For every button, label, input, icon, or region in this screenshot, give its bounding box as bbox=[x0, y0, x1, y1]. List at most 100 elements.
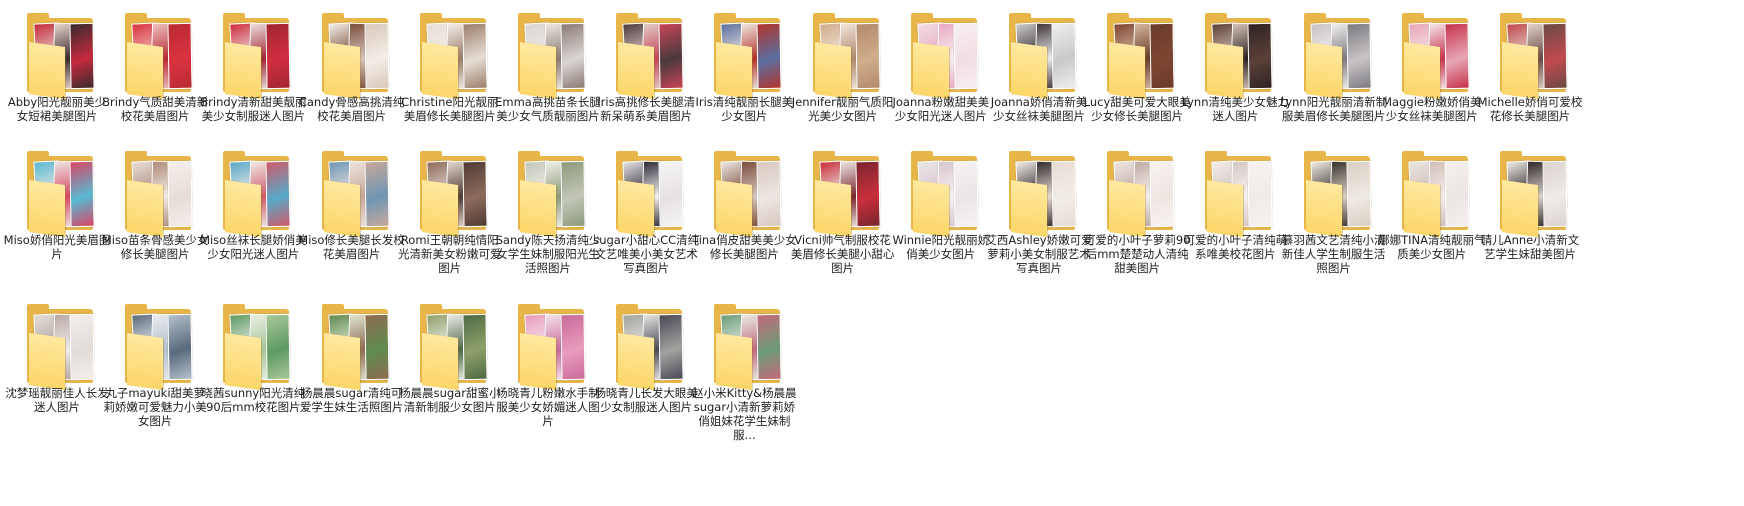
folder-item[interactable]: Lynn阳光靓丽清新制服美眉修长美腿图片 bbox=[1280, 2, 1388, 162]
folder-label: 娜娜TINA清纯靓丽气质美少女图片 bbox=[1378, 233, 1486, 261]
folder-preview-photo bbox=[560, 160, 586, 228]
folder-icon bbox=[406, 13, 494, 100]
folder-item[interactable]: 赵小米Kitty&杨晨晨sugar小清新萝莉娇俏姐妹花学生妹制服... bbox=[690, 293, 798, 453]
folder-icon bbox=[799, 13, 887, 100]
folder-icon bbox=[1388, 13, 1476, 100]
folder-preview-photo bbox=[1444, 22, 1470, 90]
folder-item[interactable]: 丸子mayuki甜美萝莉娇嫩可爱魅力小美女图片 bbox=[101, 293, 209, 453]
folder-icon bbox=[504, 304, 592, 391]
folder-item[interactable]: Joanna粉嫩甜美美少女阳光迷人图片 bbox=[887, 2, 995, 162]
folder-preview-photo bbox=[560, 313, 586, 381]
folder-icon bbox=[1486, 13, 1574, 100]
folder-item[interactable]: Miso修长美腿长发校花美眉图片 bbox=[298, 140, 406, 300]
folder-item[interactable]: Maggie粉嫩娇俏美少女丝袜美腿图片 bbox=[1378, 2, 1486, 162]
folder-label: 杨晓青儿粉嫩水手制服美少女娇媚迷人图片 bbox=[496, 386, 600, 428]
folder-preview-photo bbox=[1051, 160, 1077, 228]
folder-label: Joanna娇俏清新美少女丝袜美腿图片 bbox=[990, 95, 1088, 123]
folder-item[interactable]: Jennifer靓丽气质阳光美少女图片 bbox=[789, 2, 897, 162]
folder-item[interactable]: 杨晨晨sugar清纯可爱学生妹生活照图片 bbox=[298, 293, 406, 453]
folder-icon bbox=[13, 151, 101, 238]
folder-label: 沈梦瑶靓丽佳人长发迷人图片 bbox=[5, 386, 109, 414]
folder-label: sugar小甜心CC清纯文艺唯美小美女艺术写真图片 bbox=[593, 233, 700, 275]
folder-preview-photo bbox=[855, 22, 881, 90]
folder-icon bbox=[700, 151, 788, 238]
folder-label: Lynn清纯美少女魅力迷人图片 bbox=[1181, 95, 1289, 123]
folder-item[interactable]: 晓茜sunny阳光清纯90后mm校花图片 bbox=[199, 293, 307, 453]
folder-item[interactable]: 杨晓青儿长发大眼美少女制服迷人图片 bbox=[592, 293, 700, 453]
folder-preview-photo bbox=[855, 160, 881, 228]
folder-label: 杨晨晨sugar甜蜜小清新制服少女图片 bbox=[399, 386, 501, 414]
folder-item[interactable]: 晴儿Anne小清新文艺学生妹甜美图片 bbox=[1476, 140, 1584, 300]
folder-item[interactable]: Candy骨感高挑清纯校花美眉图片 bbox=[298, 2, 406, 162]
folder-label: Brindy气质甜美清新校花美眉图片 bbox=[102, 95, 209, 123]
folder-label: Maggie粉嫩娇俏美少女丝袜美腿图片 bbox=[1382, 95, 1482, 123]
folder-item[interactable]: Christine阳光靓丽美眉修长美腿图片 bbox=[396, 2, 504, 162]
folder-icon bbox=[111, 304, 199, 391]
folder-item[interactable]: 可爱的小叶子萝莉90后mm楚楚动人清纯甜美图片 bbox=[1083, 140, 1191, 300]
folder-label: Brindy清新甜美靓丽美少女制服迷人图片 bbox=[200, 95, 307, 123]
folder-item[interactable]: Iris清纯靓丽长腿美少女图片 bbox=[690, 2, 798, 162]
folder-preview-photo bbox=[167, 22, 193, 90]
folder-preview-photo bbox=[1346, 22, 1372, 90]
folder-icon bbox=[1093, 13, 1181, 100]
folder-preview-photo bbox=[462, 313, 488, 381]
folder-preview-photo bbox=[1346, 160, 1372, 228]
folder-preview-photo bbox=[265, 160, 291, 228]
folder-preview-photo bbox=[364, 22, 390, 90]
folder-icon bbox=[209, 13, 297, 100]
folder-item[interactable]: 可爱的小叶子清纯萌系唯美校花图片 bbox=[1181, 140, 1289, 300]
folder-preview-photo bbox=[69, 313, 95, 381]
folder-item[interactable]: Romi王朝朝纯情阳光清新美女粉嫩可爱图片 bbox=[396, 140, 504, 300]
folder-item[interactable]: Miso娇俏阳光美眉图片 bbox=[3, 140, 111, 300]
folder-item[interactable]: Emma高挑苗条长腿美少女气质靓丽图片 bbox=[494, 2, 602, 162]
folder-item[interactable]: 沈梦瑶靓丽佳人长发迷人图片 bbox=[3, 293, 111, 453]
folder-item[interactable]: Brindy清新甜美靓丽美少女制服迷人图片 bbox=[199, 2, 307, 162]
folder-item[interactable]: 慕羽茜文艺清纯小清新佳人学生制服生活照图片 bbox=[1280, 140, 1388, 300]
folder-item[interactable]: Miso苗条骨感美少女修长美腿图片 bbox=[101, 140, 209, 300]
folder-icon bbox=[308, 13, 396, 100]
folder-item[interactable]: Winnie阳光靓丽娇俏美少女图片 bbox=[887, 140, 995, 300]
folder-item[interactable]: Miso丝袜长腿娇俏美少女阳光迷人图片 bbox=[199, 140, 307, 300]
folder-preview-photo bbox=[658, 160, 684, 228]
folder-item[interactable]: 杨晓青儿粉嫩水手制服美少女娇媚迷人图片 bbox=[494, 293, 602, 453]
folder-item[interactable]: 娜娜TINA清纯靓丽气质美少女图片 bbox=[1378, 140, 1486, 300]
folder-icon bbox=[897, 13, 985, 100]
folder-label: 晓茜sunny阳光清纯90后mm校花图片 bbox=[201, 386, 306, 414]
folder-item[interactable]: Michelle娇俏可爱校花修长美腿图片 bbox=[1476, 2, 1584, 162]
folder-preview-photo bbox=[756, 22, 782, 90]
folder-item[interactable]: Brindy气质甜美清新校花美眉图片 bbox=[101, 2, 209, 162]
folder-item[interactable]: 艾西Ashley娇嫩可爱萝莉小美女制服艺术写真图片 bbox=[985, 140, 1093, 300]
folder-icon bbox=[602, 13, 690, 100]
folder-item[interactable]: Abby阳光靓丽美少女短裙美腿图片 bbox=[3, 2, 111, 162]
folder-item[interactable]: sugar小甜心CC清纯文艺唯美小美女艺术写真图片 bbox=[592, 140, 700, 300]
folder-label: 丸子mayuki甜美萝莉娇嫩可爱魅力小美女图片 bbox=[103, 386, 207, 428]
folder-icon bbox=[13, 304, 101, 391]
folder-item[interactable]: 杨晨晨sugar甜蜜小清新制服少女图片 bbox=[396, 293, 504, 453]
folder-preview-photo bbox=[364, 313, 390, 381]
folder-preview-photo bbox=[953, 160, 979, 228]
folder-item[interactable]: Joanna娇俏清新美少女丝袜美腿图片 bbox=[985, 2, 1093, 162]
folder-icon bbox=[308, 304, 396, 391]
folder-item[interactable]: Lynn清纯美少女魅力迷人图片 bbox=[1181, 2, 1289, 162]
folder-grid: Abby阳光靓丽美少女短裙美腿图片 Brindy气质甜美清新校花美眉图片 Brind… bbox=[0, 0, 1744, 506]
folder-label: Sandy陈天扬清纯少女学生妹制服阳光生活照图片 bbox=[495, 233, 601, 275]
folder-item[interactable]: Vicni帅气制服校花美眉修长美腿小甜心图片 bbox=[789, 140, 897, 300]
folder-label: Miso娇俏阳光美眉图片 bbox=[3, 233, 111, 261]
folder-label: Emma高挑苗条长腿美少女气质靓丽图片 bbox=[495, 95, 601, 123]
folder-label: Iris高挑修长美腿清新呆萌系美眉图片 bbox=[597, 95, 696, 123]
folder-preview-photo bbox=[1051, 22, 1077, 90]
folder-preview-photo bbox=[167, 160, 193, 228]
folder-preview-photo bbox=[462, 160, 488, 228]
folder-preview-photo bbox=[1542, 22, 1568, 90]
folder-item[interactable]: Lucy甜美可爱大眼美少女修长美腿图片 bbox=[1083, 2, 1191, 162]
folder-label: 可爱的小叶子清纯萌系唯美校花图片 bbox=[1183, 233, 1288, 261]
folder-label: Candy骨感高挑清纯校花美眉图片 bbox=[298, 95, 405, 123]
folder-icon bbox=[504, 151, 592, 238]
folder-item[interactable]: Sandy陈天扬清纯少女学生妹制服阳光生活照图片 bbox=[494, 140, 602, 300]
folder-icon bbox=[700, 304, 788, 391]
folder-item[interactable]: Iris高挑修长美腿清新呆萌系美眉图片 bbox=[592, 2, 700, 162]
folder-preview-photo bbox=[1149, 22, 1175, 90]
folder-item[interactable]: Tina俏皮甜美美少女修长美腿图片 bbox=[690, 140, 798, 300]
folder-label: Abby阳光靓丽美少女短裙美腿图片 bbox=[7, 95, 107, 123]
folder-label: Michelle娇俏可爱校花修长美腿图片 bbox=[1477, 95, 1583, 123]
